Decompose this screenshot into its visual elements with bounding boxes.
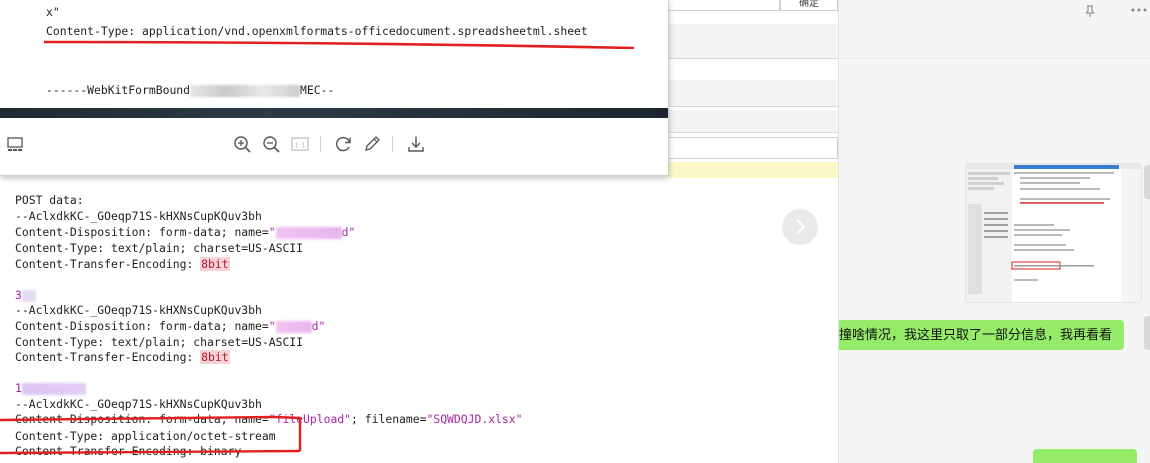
next-image-button[interactable] (782, 209, 818, 245)
chat-panel: 撞啥情况，我这里只取了一部分信息，我再看看 (838, 0, 1150, 463)
value-prefix-2: 1 (15, 381, 22, 395)
cte-label-1: Content-Transfer-Encoding: (15, 257, 201, 271)
boundary-1: --AclxdkKC-_GOeqp71S-kHXNsCupKQuv3bh (15, 209, 262, 223)
image-dark-band (0, 108, 668, 118)
toolbar-divider (392, 136, 393, 152)
rotate-icon[interactable] (334, 134, 354, 154)
toolbar-divider (320, 136, 321, 152)
code-line: Content-Transfer-Encoding: 8bit (15, 350, 230, 365)
code-line: Content-Type: text/plain; charset=US-ASC… (15, 241, 303, 256)
code-line: 3 (15, 288, 36, 303)
chat-message-bubble[interactable]: 撞啥情况，我这里只取了一部分信息，我再看看 (839, 320, 1125, 350)
chevron-right-icon (796, 219, 806, 235)
post-data-code: POST data: --AclxdkKC-_GOeqp71S-kHXNsCup… (0, 178, 838, 463)
image-line-3: ------WebKitFormBound MEC-- (46, 83, 334, 97)
image-line-1: x" (46, 5, 60, 19)
redacted-value-1 (21, 289, 36, 302)
screenshot-thumbnail-image (966, 164, 1141, 302)
pin-icon[interactable] (1083, 4, 1097, 18)
post-label: POST data: (15, 193, 84, 207)
editor-address-input[interactable] (668, 137, 838, 159)
cte-label-2: Content-Transfer-Encoding: (15, 350, 201, 364)
disposition-1: Content-Disposition: form-data; name= (15, 225, 269, 239)
filename-value: "SQWDQJD.xlsx" (426, 412, 523, 426)
actual-size-icon[interactable]: 1:1 (290, 134, 310, 154)
redacted-value-2 (21, 382, 86, 395)
code-line: POST data: (15, 193, 84, 208)
chat-header (839, 0, 1150, 59)
image-line-2: Content-Type: application/vnd.openxmlfor… (46, 24, 588, 38)
viewer-image: x" Content-Type: application/vnd.openxml… (0, 0, 668, 108)
chat-message-bubble-partial[interactable] (1033, 449, 1137, 463)
actual-size-label: 1:1 (294, 142, 305, 150)
content-type-plain-2: Content-Type: text/plain; charset=US-ASC… (15, 335, 304, 349)
editor-top-button[interactable]: 确定 (780, 0, 838, 11)
code-line: Content-Type: text/plain; charset=US-ASC… (15, 335, 303, 350)
zoom-in-icon[interactable] (232, 134, 252, 154)
editor-top-input[interactable] (668, 0, 780, 11)
redacted-name-1 (275, 226, 342, 239)
redacted-name-2 (275, 320, 312, 333)
cte-value-1: 8bit (200, 257, 230, 271)
code-line: 1 (15, 381, 86, 396)
filename-label: ; filename= (351, 412, 427, 426)
value-prefix-1: 3 (15, 288, 22, 302)
redacted-boundary (190, 84, 301, 97)
boundary-prefix: ------WebKitFormBound (46, 83, 191, 97)
avatar[interactable] (1144, 316, 1150, 350)
cte-value-2: 8bit (200, 350, 230, 364)
code-line: Content-Transfer-Encoding: 8bit (15, 257, 230, 272)
code-line: Content-Disposition: form-data; name=" d" (15, 225, 355, 240)
zoom-out-icon[interactable] (261, 134, 281, 154)
thumbnail-icon[interactable] (5, 134, 25, 154)
code-line: --AclxdkKC-_GOeqp71S-kHXNsCupKQuv3bh (15, 303, 262, 318)
name-open-quote-1: " (268, 225, 276, 239)
content-type-plain-1: Content-Type: text/plain; charset=US-ASC… (15, 241, 304, 255)
download-icon[interactable] (406, 134, 426, 154)
red-underline-annotation (44, 40, 635, 49)
image-message-thumbnail[interactable] (965, 163, 1142, 303)
edit-icon[interactable] (362, 134, 382, 154)
boundary-suffix: MEC-- (300, 83, 335, 97)
avatar[interactable] (1144, 165, 1150, 199)
editor-highlight-strip (668, 162, 838, 178)
image-viewer: x" Content-Type: application/vnd.openxml… (0, 0, 669, 176)
name-open-quote-2: " (268, 319, 276, 333)
more-icon[interactable] (1129, 3, 1149, 17)
name-tail-1: d" (341, 225, 356, 239)
boundary-2: --AclxdkKC-_GOeqp71S-kHXNsCupKQuv3bh (15, 303, 262, 317)
viewer-toolbar: 1:1 (0, 118, 668, 175)
code-line: --AclxdkKC-_GOeqp71S-kHXNsCupKQuv3bh (15, 209, 262, 224)
name-tail-2: d" (311, 319, 326, 333)
code-line: Content-Disposition: form-data; name=" d" (15, 319, 325, 334)
red-annotation-box (0, 415, 302, 455)
chat-message-text: 撞啥情况，我这里只取了一部分信息，我再看看 (839, 327, 1113, 342)
disposition-2: Content-Disposition: form-data; name= (15, 319, 269, 333)
